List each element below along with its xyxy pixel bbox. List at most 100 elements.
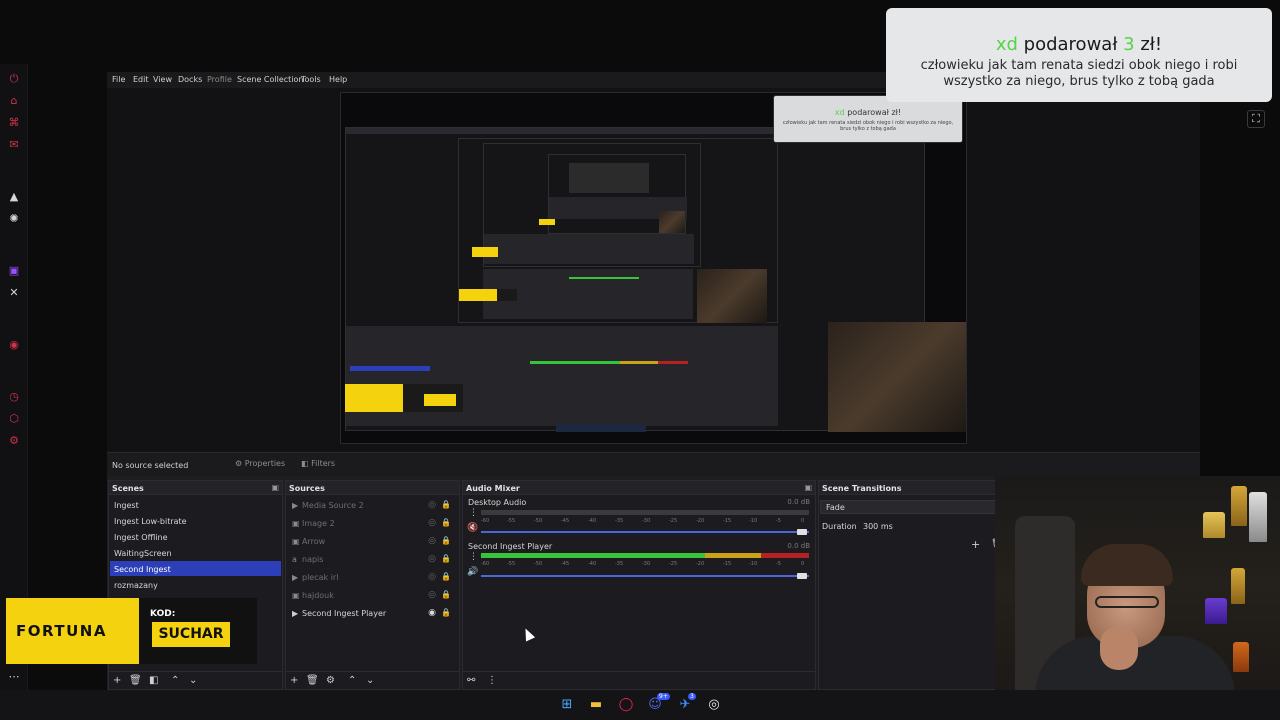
controller-icon[interactable]: ⌘ xyxy=(7,116,21,130)
channel-db: 0.0 dB xyxy=(787,498,810,506)
opera-gx-icon[interactable]: ◯ xyxy=(616,695,636,715)
app-icon[interactable]: ▲ xyxy=(7,190,21,204)
menu-help[interactable]: Help xyxy=(329,75,347,84)
volume-slider[interactable] xyxy=(481,575,809,577)
text-icon: a xyxy=(292,555,297,564)
scene-item-selected[interactable]: Second Ingest xyxy=(110,561,281,576)
menu-edit[interactable]: Edit xyxy=(133,75,149,84)
source-item[interactable]: a napis ◎ 🔒 xyxy=(287,550,458,568)
trash-icon[interactable]: 🗑 xyxy=(129,675,142,686)
lock-icon[interactable]: 🔒 xyxy=(441,572,451,581)
eye-icon[interactable]: ◉ xyxy=(428,608,436,618)
kebab-menu-icon[interactable]: ⋮ xyxy=(469,508,478,518)
file-explorer-icon[interactable]: ▬ xyxy=(586,695,606,715)
transition-select[interactable]: Fade xyxy=(820,500,997,514)
volume-meter-green xyxy=(481,553,705,558)
sponsor-code-label: KOD: xyxy=(150,609,176,619)
alert-amount: 3 xyxy=(1123,34,1135,55)
gear-icon[interactable]: ⚙ xyxy=(326,675,335,686)
x-icon[interactable]: ✕ xyxy=(7,286,21,300)
preview-canvas[interactable]: xd podarował zł! człowieku jak tam renat… xyxy=(340,92,967,444)
lock-icon[interactable]: 🔒 xyxy=(441,536,451,545)
lock-icon[interactable]: 🔒 xyxy=(441,590,451,599)
settings-icon[interactable]: ⚙ xyxy=(7,434,21,448)
properties-button[interactable]: ⚙ Properties xyxy=(235,459,285,468)
lock-icon[interactable]: 🔒 xyxy=(441,518,451,527)
add-icon[interactable]: + xyxy=(290,675,298,686)
scene-item[interactable]: Ingest xyxy=(110,497,281,512)
nested-preview xyxy=(458,138,778,323)
filter-icon[interactable]: ◧ xyxy=(149,675,158,686)
chevron-down-icon[interactable]: ⌄ xyxy=(366,675,374,686)
source-label: hajdouk xyxy=(302,591,334,600)
source-item[interactable]: ▶ Media Source 2 ◎ 🔒 xyxy=(287,496,458,514)
eye-off-icon[interactable]: ◎ xyxy=(428,590,436,600)
volume-slider-handle[interactable] xyxy=(797,529,807,535)
more-icon[interactable]: ⋯ xyxy=(7,670,21,684)
menu-profile[interactable]: Profile xyxy=(207,75,232,84)
add-icon[interactable]: + xyxy=(113,675,121,686)
player-icon[interactable]: ◉ xyxy=(7,338,21,352)
chevron-up-icon[interactable]: ⌃ xyxy=(348,675,356,686)
menu-tools[interactable]: Tools xyxy=(301,75,321,84)
sources-dock: Sources ▶ Media Source 2 ◎ 🔒 ▣ Image 2 ◎ 🔒 ▣ Ar… xyxy=(285,480,460,690)
lock-icon[interactable]: 🔒 xyxy=(441,554,451,563)
power-icon[interactable]: ⏻ xyxy=(7,72,21,86)
kebab-menu-icon[interactable]: ⋮ xyxy=(469,552,478,562)
menu-file[interactable]: File xyxy=(112,75,125,84)
source-label: Arrow xyxy=(302,537,326,546)
nested-preview-2 xyxy=(472,143,701,267)
sponsor-brand: FORTUNA xyxy=(16,622,107,640)
sponsor-code: SUCHAR xyxy=(152,622,230,647)
alert-currency: zł! xyxy=(1140,34,1163,55)
kebab-menu-icon[interactable]: ⋮ xyxy=(487,675,497,686)
eye-off-icon[interactable]: ◎ xyxy=(428,554,436,564)
volume-slider[interactable] xyxy=(481,531,809,533)
link-icon[interactable]: ⚯ xyxy=(467,675,475,686)
duration-input[interactable]: 300 ms xyxy=(857,519,997,533)
speaker-icon[interactable]: 🔊 xyxy=(467,567,478,577)
trash-icon[interactable]: 🗑 xyxy=(306,675,319,686)
eye-off-icon[interactable]: ◎ xyxy=(428,536,436,546)
image-icon: ▣ xyxy=(292,519,300,528)
source-item[interactable]: ▶ plecak irl ◎ 🔒 xyxy=(287,568,458,586)
source-item[interactable]: ▣ Image 2 ◎ 🔒 xyxy=(287,514,458,532)
source-item[interactable]: ▣ Arrow ◎ 🔒 xyxy=(287,532,458,550)
scene-transitions-dock: Scene Transitions Fade Duration 300 ms +… xyxy=(818,480,1002,690)
scene-item[interactable]: rozmazany xyxy=(110,577,281,592)
eye-off-icon[interactable]: ◎ xyxy=(428,518,436,528)
source-item-active[interactable]: ▶ Second Ingest Player ◉ 🔒 xyxy=(287,604,458,622)
add-icon[interactable]: + xyxy=(971,538,980,551)
history-icon[interactable]: ◷ xyxy=(7,390,21,404)
menu-view[interactable]: View xyxy=(153,75,172,84)
volume-slider-handle[interactable] xyxy=(797,573,807,579)
twitch-icon[interactable]: ▣ xyxy=(7,264,21,278)
windows-icon[interactable]: ⊞ xyxy=(557,695,577,715)
lock-icon[interactable]: 🔒 xyxy=(441,608,451,617)
menu-scene-collection[interactable]: Scene Collection xyxy=(237,75,304,84)
chevron-down-icon[interactable]: ⌄ xyxy=(189,675,197,686)
donation-alert: xd podarował 3 zł! człowieku jak tam ren… xyxy=(886,8,1272,102)
scene-item[interactable]: Ingest Low-bitrate xyxy=(110,513,281,528)
shopping-icon[interactable]: ⌂ xyxy=(7,94,21,108)
channel-name: Desktop Audio xyxy=(468,498,527,507)
scene-item[interactable]: WaitingScreen xyxy=(110,545,281,560)
undock-icon[interactable]: ▣ xyxy=(271,483,279,492)
obs-icon[interactable]: ◎ xyxy=(704,695,724,715)
cube-icon[interactable]: ⬡ xyxy=(7,412,21,426)
scene-item[interactable]: Ingest Offline xyxy=(110,529,281,544)
fullscreen-icon[interactable]: ⛶ xyxy=(1247,110,1265,128)
messenger-badge: 3 xyxy=(688,693,696,700)
chatgpt-icon[interactable]: ✺ xyxy=(7,212,21,226)
muted-speaker-icon[interactable]: 🔇 xyxy=(467,523,478,533)
eye-off-icon[interactable]: ◎ xyxy=(428,572,436,582)
lock-icon[interactable]: 🔒 xyxy=(441,500,451,509)
source-item[interactable]: ▣ hajdouk ◎ 🔒 xyxy=(287,586,458,604)
chevron-up-icon[interactable]: ⌃ xyxy=(171,675,179,686)
menu-docks[interactable]: Docks xyxy=(178,75,202,84)
eye-off-icon[interactable]: ◎ xyxy=(428,500,436,510)
mail-icon[interactable]: ✉ xyxy=(7,138,21,152)
filters-button[interactable]: ◧ Filters xyxy=(301,459,335,468)
undock-icon[interactable]: ▣ xyxy=(804,483,812,492)
audio-mixer-dock: Audio Mixer ▣ Desktop Audio 0.0 dB ⋮ 🔇 -6… xyxy=(462,480,816,690)
